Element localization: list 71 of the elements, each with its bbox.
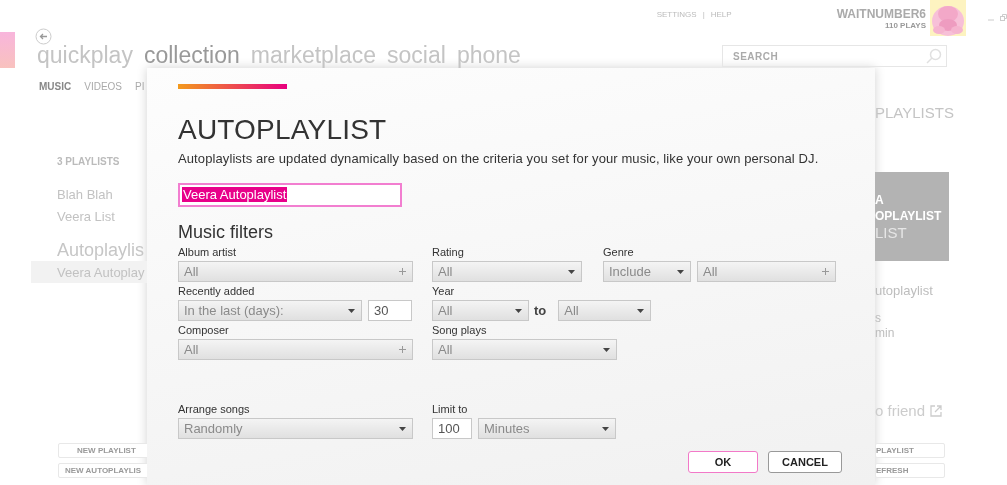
- section-heading: Music filters: [178, 221, 273, 243]
- tile-title: A: [875, 191, 885, 208]
- search-icon: [926, 48, 942, 64]
- playlist-item[interactable]: Veera List: [31, 205, 147, 227]
- input-field[interactable]: 30: [368, 300, 412, 321]
- subnav-tab[interactable]: PI: [135, 81, 145, 92]
- dialog-description: Autoplaylists are updated dynamically based on the criteria you set for your music, like your own personal DJ.: [178, 151, 819, 167]
- name-field[interactable]: Veera Autoplaylist: [178, 183, 402, 207]
- dropdown[interactable]: In the last (days):: [178, 300, 362, 321]
- sidebar-button[interactable]: NEW AUTOPLAYLIS: [58, 463, 147, 478]
- field-label: Song plays: [432, 323, 487, 337]
- field-label: Genre: [603, 245, 634, 259]
- section-heading: PLAYLISTS: [875, 104, 954, 121]
- dropdown[interactable]: All: [432, 300, 529, 321]
- playlist-count: 3 PLAYLISTS: [57, 156, 120, 167]
- external-link-icon: [930, 404, 943, 417]
- search-field[interactable]: SEARCH: [722, 45, 947, 67]
- playlist-info: utoplaylist: [875, 283, 934, 298]
- caret-icon: [348, 308, 355, 313]
- dropdown[interactable]: All: [697, 261, 836, 282]
- field-label: Year: [432, 284, 455, 298]
- nav-tab[interactable]: phone: [456, 42, 521, 68]
- field-label: Album artist: [178, 245, 237, 259]
- subnav-tab[interactable]: VIDEOS: [84, 81, 123, 92]
- dropdown[interactable]: Minutes: [478, 418, 616, 439]
- help-link[interactable]: HELP: [710, 10, 732, 19]
- dropdown[interactable]: Randomly: [178, 418, 413, 439]
- field-label: Recently added: [178, 284, 255, 298]
- dropdown[interactable]: All: [178, 261, 413, 282]
- settings-link[interactable]: SETTINGS: [656, 10, 697, 19]
- playlist-info: min: [875, 326, 896, 340]
- dropdown[interactable]: All: [432, 261, 582, 282]
- dialog-button[interactable]: CANCEL: [768, 451, 842, 473]
- field-label: Limit to: [432, 402, 468, 416]
- caret-icon: [568, 269, 575, 274]
- plus-icon: [822, 268, 829, 275]
- range-label: to: [534, 303, 547, 318]
- caret-icon: [603, 347, 610, 352]
- playlist-item[interactable]: Blah Blah: [31, 183, 147, 205]
- caret-icon: [637, 308, 645, 313]
- caret-icon: [399, 426, 406, 431]
- tile-title: OPLAYLIST: [875, 207, 943, 224]
- field-label: Arrange songs: [178, 402, 250, 416]
- dialog-title: AUTOPLAYLIST: [178, 113, 387, 147]
- link-separator: |: [702, 10, 705, 19]
- dialog-button[interactable]: OK: [688, 451, 758, 473]
- sidebar-button[interactable]: NEW PLAYLIST: [58, 443, 147, 458]
- subnav-tab[interactable]: MUSIC: [39, 81, 72, 92]
- section-heading: Autoplaylis: [57, 239, 145, 261]
- nav-tab[interactable]: quickplay: [37, 42, 133, 68]
- nav-tab[interactable]: marketplace: [250, 42, 377, 68]
- nav-tab[interactable]: social: [387, 42, 446, 68]
- caret-icon: [677, 269, 684, 274]
- input-field[interactable]: 100: [432, 418, 472, 439]
- restore-icon[interactable]: [1000, 14, 1007, 21]
- dropdown[interactable]: All: [432, 339, 617, 360]
- caret-icon: [515, 308, 522, 313]
- nav-tab[interactable]: collection: [143, 42, 240, 68]
- detail-button[interactable]: EFRESH: [875, 463, 945, 478]
- dropdown[interactable]: All: [178, 339, 413, 360]
- dropdown[interactable]: All: [558, 300, 652, 321]
- plus-icon: [399, 346, 406, 353]
- play-count: 110 PLAYS: [884, 21, 926, 31]
- detail-button[interactable]: PLAYLIST: [875, 443, 945, 458]
- field-label: Composer: [178, 323, 229, 337]
- field-label: Rating: [432, 245, 464, 259]
- back-icon[interactable]: [35, 28, 52, 45]
- plus-icon: [399, 268, 406, 275]
- dropdown[interactable]: Include: [603, 261, 691, 282]
- user-name: WAITNUMBER6: [836, 7, 926, 21]
- caret-icon: [602, 426, 609, 431]
